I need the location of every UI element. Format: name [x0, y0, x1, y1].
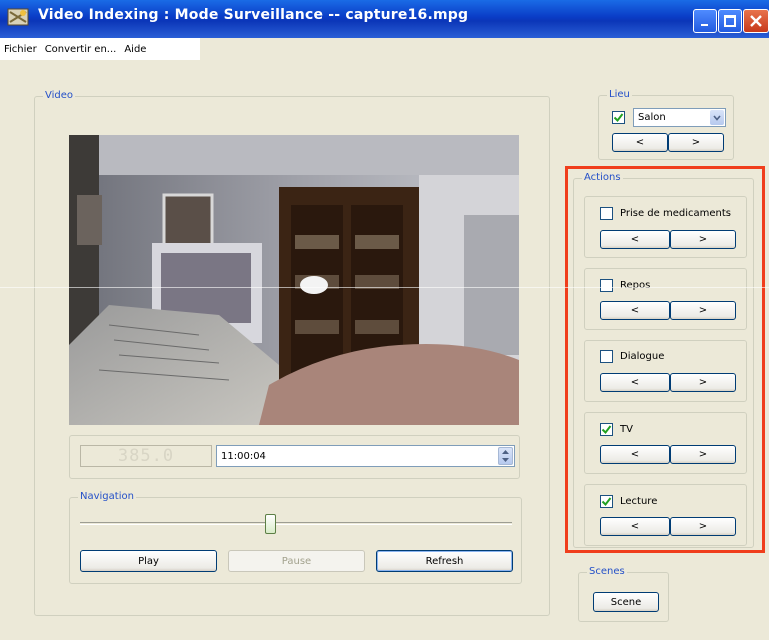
spinner-arrows-icon [502, 450, 509, 462]
time-input[interactable]: 11:00:04 [216, 445, 515, 467]
app-icon [6, 6, 32, 30]
checkmark-icon [613, 113, 624, 123]
menu-fichier[interactable]: Fichier [0, 44, 41, 55]
time-value: 11:00:04 [221, 450, 266, 462]
lieu-legend: Lieu [607, 89, 632, 100]
window-title: Video Indexing : Mode Surveillance -- ca… [38, 7, 469, 23]
navigation-legend: Navigation [78, 491, 136, 502]
video-frame [69, 135, 519, 425]
maximize-button[interactable] [718, 9, 742, 33]
play-button[interactable]: Play [80, 550, 217, 572]
maximize-icon [724, 15, 736, 27]
scene-button[interactable]: Scene [593, 592, 659, 612]
lieu-prev-button[interactable]: < [612, 133, 668, 152]
minimize-button[interactable] [693, 9, 717, 33]
lieu-next-button[interactable]: > [668, 133, 724, 152]
lcd-counter: 385.0 [80, 445, 212, 467]
menu-aide[interactable]: Aide [120, 44, 150, 55]
close-icon [750, 15, 762, 27]
menu-bar: Fichier Convertir en... Aide [0, 38, 200, 60]
video-group-legend: Video [43, 90, 76, 101]
video-image [69, 135, 519, 425]
scenes-legend: Scenes [587, 566, 627, 577]
pause-button[interactable]: Pause [228, 550, 365, 572]
minimize-icon [701, 24, 708, 26]
lieu-selected-value: Salon [638, 112, 666, 123]
time-spinner[interactable] [498, 447, 513, 465]
title-bar: Video Indexing : Mode Surveillance -- ca… [0, 0, 769, 38]
close-button[interactable] [743, 9, 769, 33]
chevron-down-icon[interactable] [710, 110, 724, 125]
scan-line [0, 287, 769, 288]
lieu-select[interactable]: Salon [633, 108, 726, 127]
menu-convertir[interactable]: Convertir en... [41, 44, 121, 55]
slider-thumb[interactable] [265, 514, 277, 534]
refresh-button[interactable]: Refresh [376, 550, 513, 572]
actions-highlight-frame [565, 166, 765, 553]
slider-track[interactable] [80, 522, 512, 525]
lieu-checkbox[interactable] [612, 111, 625, 124]
